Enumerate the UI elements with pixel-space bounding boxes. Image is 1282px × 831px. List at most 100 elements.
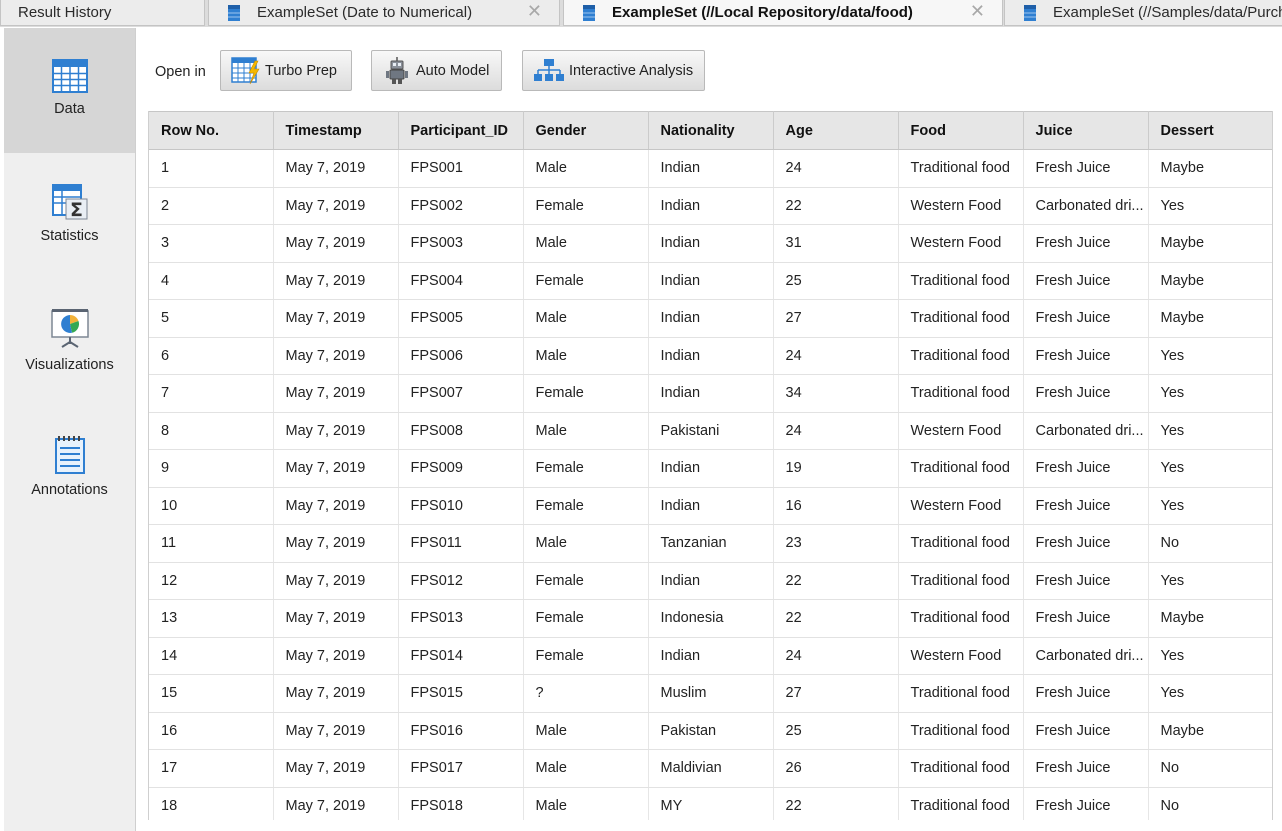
table-cell: Indian xyxy=(648,299,774,338)
table-cell: Indian xyxy=(648,374,774,413)
table-cell: May 7, 2019 xyxy=(273,262,399,300)
sidebar-item-data[interactable]: Data xyxy=(4,28,135,153)
tab-label: ExampleSet (//Local Repository/data/food… xyxy=(612,4,913,21)
column-header[interactable]: Age xyxy=(773,111,899,150)
table-cell: May 7, 2019 xyxy=(273,787,399,820)
table-row[interactable]: 18 May 7, 2019 FPS018 Male MY 22 Traditional f… xyxy=(149,787,1272,820)
sidebar-item-visualizations[interactable]: Visualizations xyxy=(4,278,135,403)
table-cell: Yes xyxy=(1148,562,1272,600)
table-row[interactable]: 15 May 7, 2019 FPS015? Muslim 27 Traditional … xyxy=(149,674,1272,713)
table-cell: Fresh Juice xyxy=(1023,599,1149,638)
table-cell: MY xyxy=(648,787,774,820)
column-header[interactable]: Gender xyxy=(523,111,649,150)
table-cell: May 7, 2019 xyxy=(273,374,399,413)
table-cell: Indian xyxy=(648,337,774,375)
table-cell: Traditional food xyxy=(898,712,1024,750)
sidebar-item-label: Annotations xyxy=(31,482,108,498)
tab-exampleset-purchases[interactable]: ExampleSet (//Samples/data/Purchases) xyxy=(1004,0,1282,26)
table-cell: Traditional food xyxy=(898,562,1024,600)
table-row[interactable]: 11 May 7, 2019 FPS011 Male Tanzanian 23 Tradit… xyxy=(149,524,1272,563)
interactive-analysis-label: Interactive Analysis xyxy=(569,62,694,79)
table-cell: 24 xyxy=(773,337,899,375)
table-cell: May 7, 2019 xyxy=(273,187,399,225)
close-icon[interactable]: ✕ xyxy=(527,1,542,22)
table-row[interactable]: 9 May 7, 2019 FPS009 Female Indian 19 Traditio… xyxy=(149,449,1272,488)
tab-exampleset-food[interactable]: ExampleSet (//Local Repository/data/food… xyxy=(563,0,1003,26)
table-cell: No xyxy=(1148,524,1272,563)
table-cell: 24 xyxy=(773,149,899,188)
close-icon[interactable]: ✕ xyxy=(970,1,985,22)
table-cell: 22 xyxy=(773,787,899,820)
table-cell: Fresh Juice xyxy=(1023,524,1149,563)
table-cell: May 7, 2019 xyxy=(273,674,399,713)
table-row[interactable]: 16 May 7, 2019 FPS016 Male Pakistan 25 Traditi… xyxy=(149,712,1272,750)
table-row[interactable]: 13 May 7, 2019 FPS013 Female Indonesia 22 Trad… xyxy=(149,599,1272,638)
table-cell: Female xyxy=(523,374,649,413)
table-cell: Female xyxy=(523,637,649,675)
table-cell: FPS015 xyxy=(398,674,524,713)
table-cell: Male xyxy=(523,299,649,338)
table-cell: Western Food xyxy=(898,187,1024,225)
table-cell: Maybe xyxy=(1148,712,1272,750)
sidebar-item-annotations[interactable]: Annotations xyxy=(4,403,135,528)
table-row[interactable]: 12 May 7, 2019 FPS012 Female Indian 22 Traditi… xyxy=(149,562,1272,600)
column-header[interactable]: Nationality xyxy=(648,111,774,150)
table-row[interactable]: 2 May 7, 2019 FPS002 Female Indian 22 Western … xyxy=(149,187,1272,225)
table-cell: Female xyxy=(523,487,649,525)
column-header[interactable]: Timestamp xyxy=(273,111,399,150)
table-cell: Female xyxy=(523,187,649,225)
table-cell: Fresh Juice xyxy=(1023,562,1149,600)
table-row[interactable]: 17 May 7, 2019 FPS017 Male Maldivian 26 Tradit… xyxy=(149,749,1272,788)
table-row[interactable]: 4 May 7, 2019 FPS004 Female Indian 25 Traditio… xyxy=(149,262,1272,300)
sidebar-item-statistics[interactable]: Σ Statistics xyxy=(4,153,135,278)
table-row[interactable]: 10 May 7, 2019 FPS010 Female Indian 16 Western… xyxy=(149,487,1272,525)
table-row[interactable]: 1 May 7, 2019 FPS001 Male Indian 24 Traditiona… xyxy=(149,149,1272,188)
open-in-toolbar: Open in Turbo Prep Auto Model Interactiv… xyxy=(136,44,1276,98)
column-header[interactable]: Row No. xyxy=(149,111,274,150)
table-cell: FPS008 xyxy=(398,412,524,450)
table-cell: Traditional food xyxy=(898,787,1024,820)
table-cell: Indian xyxy=(648,149,774,188)
table-row[interactable]: 7 May 7, 2019 FPS007 Female Indian 34 Traditio… xyxy=(149,374,1272,413)
data-table-view[interactable]: Row No. Timestamp Participant_ID Gender … xyxy=(148,111,1273,820)
column-header[interactable]: Juice xyxy=(1023,111,1149,150)
column-header[interactable]: Food xyxy=(898,111,1024,150)
tab-result-history[interactable]: Result History xyxy=(0,0,205,26)
table-cell: Fresh Juice xyxy=(1023,749,1149,788)
table-cell: 24 xyxy=(773,412,899,450)
interactive-analysis-button[interactable]: Interactive Analysis xyxy=(522,50,705,91)
table-cell: May 7, 2019 xyxy=(273,449,399,488)
tab-exampleset-date-to-numerical[interactable]: ExampleSet (Date to Numerical) ✕ xyxy=(208,0,560,26)
table-cell: Fresh Juice xyxy=(1023,374,1149,413)
table-row[interactable]: 14 May 7, 2019 FPS014 Female Indian 24 Western… xyxy=(149,637,1272,675)
table-cell: FPS010 xyxy=(398,487,524,525)
table-cell: Male xyxy=(523,412,649,450)
svg-text:Σ: Σ xyxy=(70,199,83,220)
open-in-label: Open in xyxy=(155,64,206,80)
turbo-prep-button[interactable]: Turbo Prep xyxy=(220,50,352,91)
table-cell: FPS018 xyxy=(398,787,524,820)
table-cell: FPS014 xyxy=(398,637,524,675)
table-cell: 22 xyxy=(773,187,899,225)
table-cell: Western Food xyxy=(898,224,1024,263)
table-cell: 25 xyxy=(773,262,899,300)
table-row[interactable]: 3 May 7, 2019 FPS003 Male Indian 31 Western Fo… xyxy=(149,224,1272,263)
table-row[interactable]: 6 May 7, 2019 FPS006 Male Indian 24 Traditiona… xyxy=(149,337,1272,375)
table-cell: FPS003 xyxy=(398,224,524,263)
column-header[interactable]: Dessert xyxy=(1148,111,1272,150)
table-cell: Yes xyxy=(1148,412,1272,450)
table-cell: Carbonated dri... xyxy=(1023,412,1149,450)
table-cell: Maybe xyxy=(1148,149,1272,188)
table-cell: Yes xyxy=(1148,674,1272,713)
table-cell: Maybe xyxy=(1148,599,1272,638)
table-cell: Traditional food xyxy=(898,262,1024,300)
table-cell: 3 xyxy=(149,224,274,263)
robot-icon xyxy=(386,56,408,84)
sidebar-item-label: Visualizations xyxy=(25,357,114,373)
column-header[interactable]: Participant_ID xyxy=(398,111,524,150)
table-row[interactable]: 5 May 7, 2019 FPS005 Male Indian 27 Traditiona… xyxy=(149,299,1272,338)
table-row[interactable]: 8 May 7, 2019 FPS008 Male Pakistani 24 Western… xyxy=(149,412,1272,450)
result-tab-strip: Result History ExampleSet (Date to Numer… xyxy=(0,0,1282,27)
table-cell: Male xyxy=(523,149,649,188)
auto-model-button[interactable]: Auto Model xyxy=(371,50,502,91)
